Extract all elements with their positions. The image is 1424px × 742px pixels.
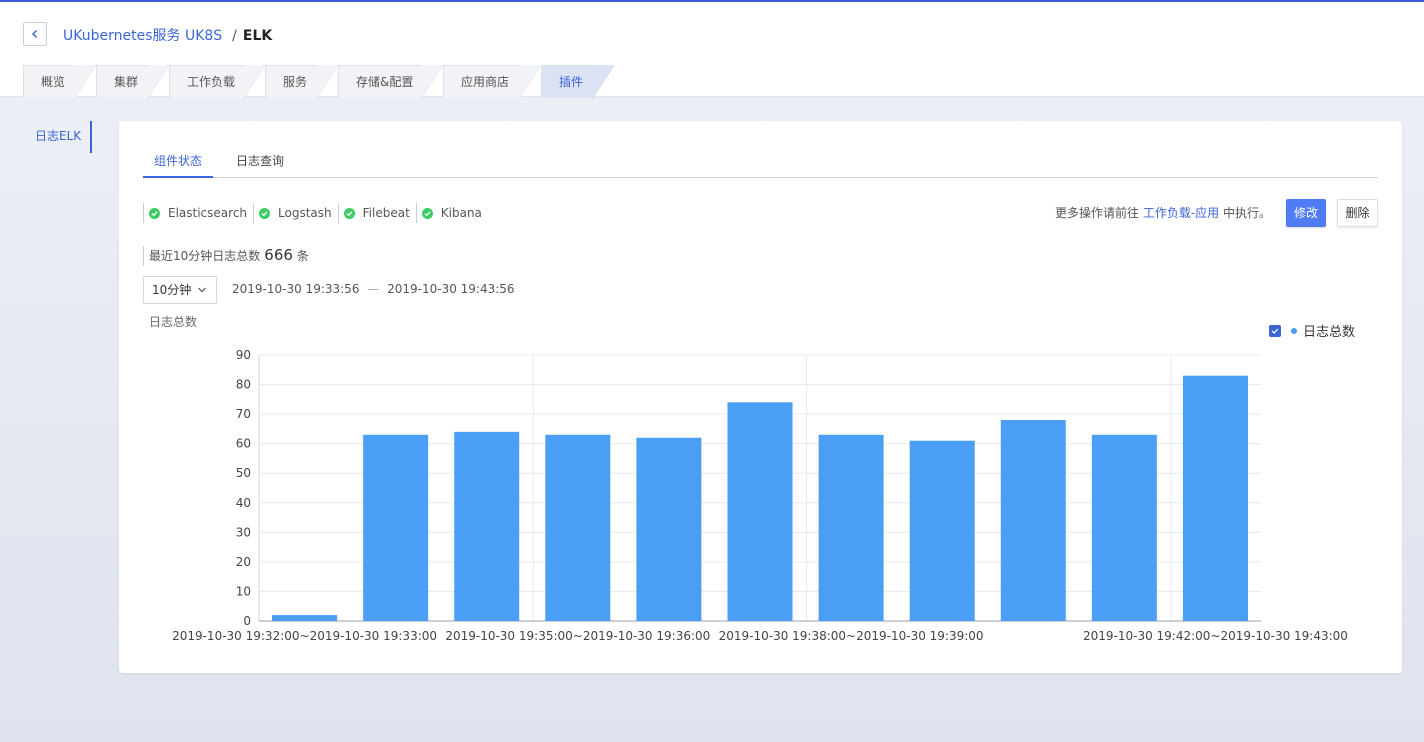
tab-service[interactable]: 服务 — [265, 65, 338, 99]
y-tick-label: 80 — [236, 378, 251, 392]
y-tick-label: 40 — [236, 496, 251, 510]
y-tick-label: 20 — [236, 555, 251, 569]
y-tick-label: 0 — [243, 614, 251, 628]
chart-bar — [545, 434, 611, 621]
x-tick-label: 2019-10-30 19:35:00~2019-10-30 19:36:00 — [445, 629, 710, 643]
chart-bar — [909, 440, 975, 621]
sidebar-item-elk[interactable]: 日志ELK — [35, 121, 93, 153]
tab-app-store[interactable]: 应用商店 — [443, 65, 541, 99]
breadcrumb: UKubernetes服务 UK8S / ELK — [63, 27, 272, 45]
chart-bar — [818, 434, 884, 621]
page-header: UKubernetes服务 UK8S / ELK 概览 集群 工作负载 服务 存… — [0, 2, 1424, 99]
x-tick-label: 2019-10-30 19:38:00~2019-10-30 19:39:00 — [719, 629, 984, 643]
chart-bar — [454, 431, 520, 621]
y-tick-label: 70 — [236, 407, 251, 421]
tab-storage-config[interactable]: 存储&配置 — [338, 65, 443, 99]
tab-overview[interactable]: 概览 — [23, 65, 96, 99]
chevron-left-icon — [32, 30, 37, 38]
chart-bar — [272, 615, 338, 621]
y-tick-label: 60 — [236, 437, 251, 451]
breadcrumb-link[interactable]: UKubernetes服务 UK8S — [63, 27, 222, 45]
back-button[interactable] — [23, 22, 47, 46]
chart-bar — [363, 434, 429, 621]
bar-chart: 0 10 20 30 40 50 60 70 80 90 2019-10-30 19:32:00~2… — [172, 348, 1348, 643]
tab-cluster[interactable]: 集群 — [96, 65, 169, 99]
tab-workload[interactable]: 工作负载 — [169, 65, 265, 99]
chart-bar — [1091, 434, 1157, 621]
tab-plugins[interactable]: 插件 — [541, 65, 614, 99]
chart-bar — [727, 402, 793, 621]
breadcrumb-separator: / — [232, 28, 237, 44]
chart-bar — [1000, 420, 1066, 621]
x-tick-label: 2019-10-30 19:32:00~2019-10-30 19:33:00 — [172, 629, 437, 643]
y-tick-label: 10 — [236, 584, 251, 598]
y-tick-label: 90 — [236, 348, 251, 362]
content-card: 组件状态 日志查询 Elasticsearch Logstash Filebea… — [119, 121, 1402, 673]
y-tick-label: 50 — [236, 466, 251, 480]
y-tick-label: 30 — [236, 525, 251, 539]
chart-bar — [1182, 375, 1248, 621]
x-tick-label: 2019-10-30 19:42:00~2019-10-30 19:43:00 — [1083, 629, 1348, 643]
chart-bar — [636, 437, 702, 621]
breadcrumb-current: ELK — [242, 28, 273, 44]
